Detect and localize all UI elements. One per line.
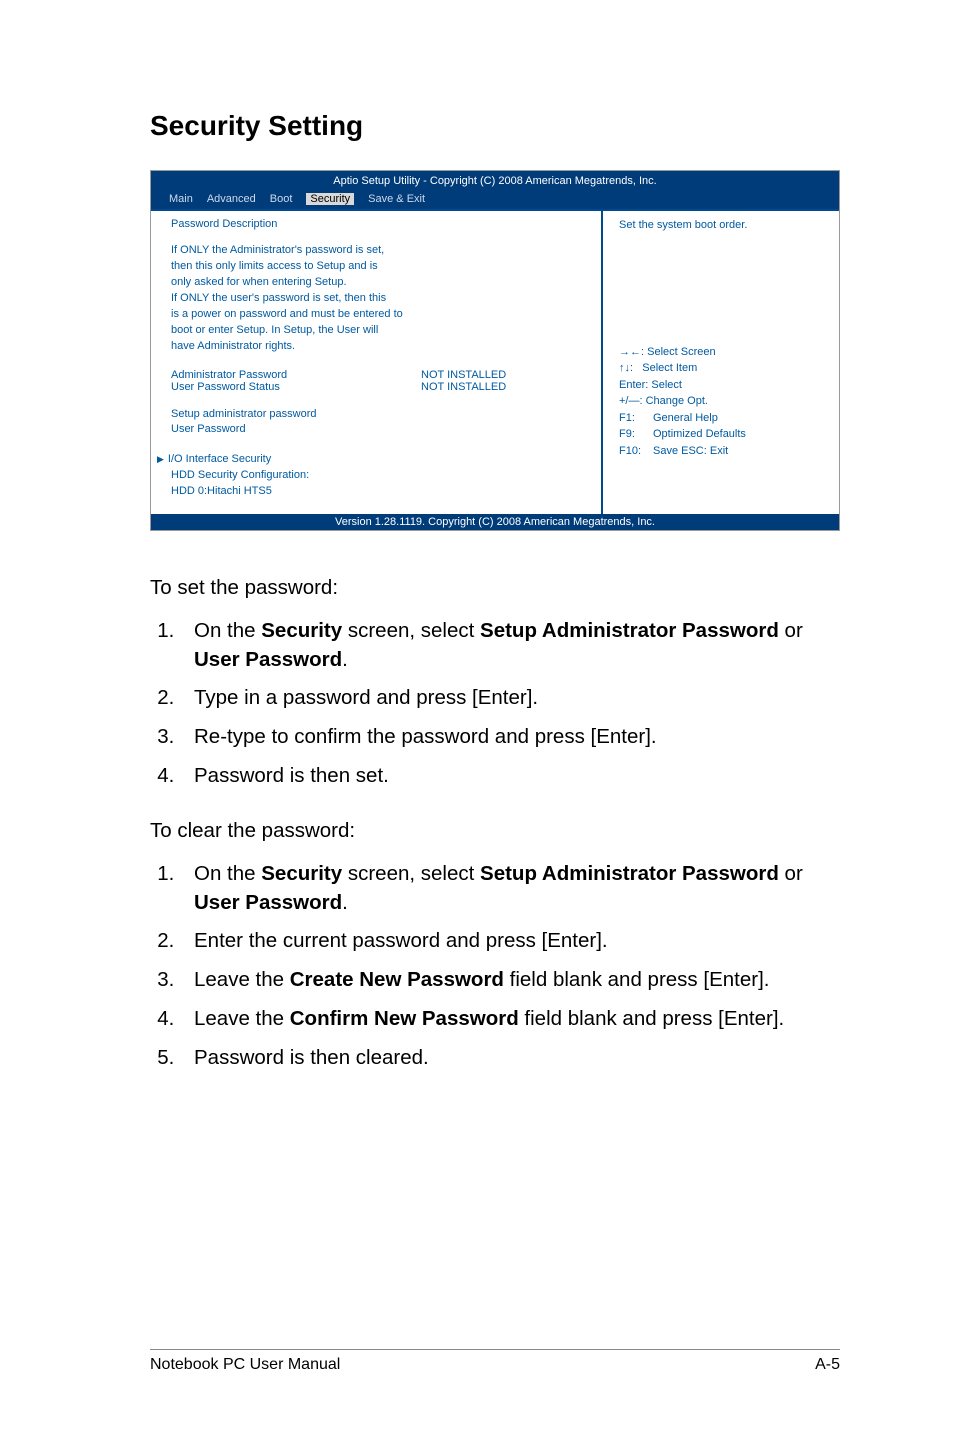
page-heading: Security Setting xyxy=(150,110,840,142)
nav-f9-key: F9: xyxy=(619,426,653,443)
bios-menu-advanced: Advanced xyxy=(207,193,256,205)
nav-enter: Enter: Select xyxy=(619,377,829,394)
nav-change-opt: +/—: Change Opt. xyxy=(619,393,829,410)
nav-general-help: General Help xyxy=(653,412,718,424)
clear-password-steps: On the Security screen, select Setup Adm… xyxy=(150,860,840,1072)
password-description-title: Password Description xyxy=(171,217,589,233)
clear-step-5: Password is then cleared. xyxy=(180,1044,840,1073)
desc-line: then this only limits access to Setup an… xyxy=(171,259,589,275)
nav-f1-key: F1: xyxy=(619,410,653,427)
desc-line: only asked for when entering Setup. xyxy=(171,275,589,291)
arrow-lr-icon: →← xyxy=(619,346,641,358)
footer-left: Notebook PC User Manual xyxy=(150,1356,340,1374)
desc-line: have Administrator rights. xyxy=(171,339,589,355)
help-text: Set the system boot order. xyxy=(619,217,829,234)
user-password-status-value: NOT INSTALLED xyxy=(421,381,506,393)
bios-menu-save-exit: Save & Exit xyxy=(368,193,425,205)
desc-line: If ONLY the Administrator's password is … xyxy=(171,243,589,259)
nav-select-item: Select Item xyxy=(642,362,697,374)
clear-password-intro: To clear the password: xyxy=(150,816,840,846)
bios-left-pane: Password Description If ONLY the Adminis… xyxy=(151,209,603,514)
nav-save-exit: Save ESC: Exit xyxy=(653,445,728,457)
set-step-2: Type in a password and press [Enter]. xyxy=(180,684,840,713)
admin-password-value: NOT INSTALLED xyxy=(421,369,506,381)
setup-admin-password: Setup administrator password xyxy=(171,407,589,423)
clear-step-2: Enter the current password and press [En… xyxy=(180,927,840,956)
desc-line: If ONLY the user's password is set, then… xyxy=(171,291,589,307)
desc-line: is a power on password and must be enter… xyxy=(171,307,589,323)
set-password-steps: On the Security screen, select Setup Adm… xyxy=(150,617,840,790)
set-password-intro: To set the password: xyxy=(150,573,840,603)
user-password-status-label: User Password Status xyxy=(171,381,421,393)
hdd-security-config: HDD Security Configuration: xyxy=(171,468,589,484)
bios-title-bar: Aptio Setup Utility - Copyright (C) 2008… xyxy=(151,171,839,191)
bios-right-pane: Set the system boot order. →←: Select Sc… xyxy=(603,209,839,514)
set-step-1: On the Security screen, select Setup Adm… xyxy=(180,617,840,674)
footer-right: A-5 xyxy=(815,1356,840,1374)
nav-f10-key: F10: xyxy=(619,443,653,460)
bios-footer: Version 1.28.1119. Copyright (C) 2008 Am… xyxy=(151,514,839,530)
desc-line: boot or enter Setup. In Setup, the User … xyxy=(171,323,589,339)
page-footer: Notebook PC User Manual A-5 xyxy=(150,1349,840,1374)
bios-screenshot: Aptio Setup Utility - Copyright (C) 2008… xyxy=(150,170,840,531)
user-password: User Password xyxy=(171,422,589,438)
bios-menu-main: Main xyxy=(169,193,193,205)
bios-menu-bar: Main Advanced Boot Security Save & Exit xyxy=(151,191,839,209)
admin-password-label: Administrator Password xyxy=(171,369,421,381)
hdd0: HDD 0:Hitachi HTS5 xyxy=(171,484,589,500)
nav-optimized-defaults: Optimized Defaults xyxy=(653,428,746,440)
nav-select-screen: Select Screen xyxy=(647,346,715,358)
set-step-3: Re-type to confirm the password and pres… xyxy=(180,723,840,752)
bios-menu-boot: Boot xyxy=(270,193,293,205)
clear-step-3: Leave the Create New Password field blan… xyxy=(180,966,840,995)
clear-step-1: On the Security screen, select Setup Adm… xyxy=(180,860,840,917)
bios-menu-security: Security xyxy=(306,193,354,205)
arrow-ud-icon: ↑↓ xyxy=(619,362,630,374)
set-step-4: Password is then set. xyxy=(180,762,840,791)
io-interface-security: I/O Interface Security xyxy=(157,452,589,468)
clear-step-4: Leave the Confirm New Password field bla… xyxy=(180,1005,840,1034)
